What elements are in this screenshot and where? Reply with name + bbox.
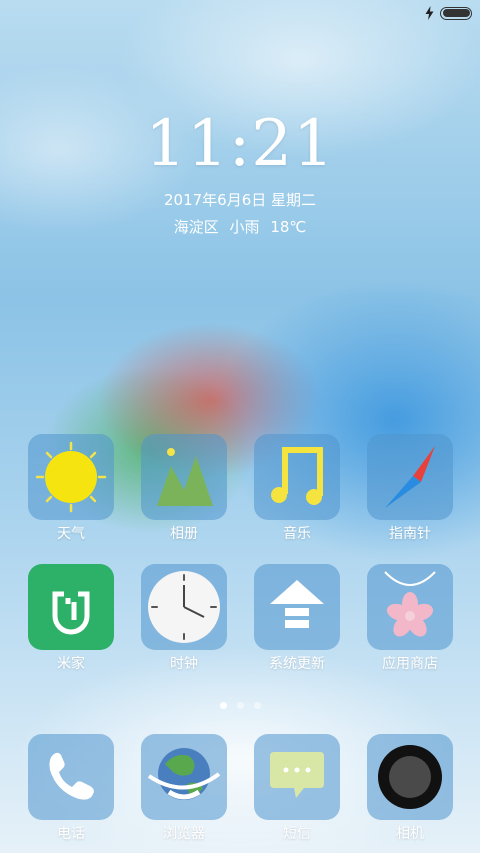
charging-bolt-icon: [425, 6, 434, 20]
flower-icon: [367, 564, 453, 650]
temperature-text: 18℃: [270, 218, 307, 236]
mijia-icon: [28, 564, 114, 650]
date-text: 2017年6月6日 星期二: [163, 191, 317, 209]
sun-icon: [28, 434, 114, 520]
app-label: 米家: [57, 656, 85, 672]
app-label: 浏览器: [163, 826, 205, 842]
app-label: 指南针: [389, 526, 431, 542]
app-label: 天气: [57, 526, 85, 542]
app-weather[interactable]: 天气: [21, 434, 121, 543]
app-system-update[interactable]: 系统更新: [247, 564, 347, 673]
mountain-icon: [141, 434, 227, 520]
globe-icon: [141, 734, 227, 820]
app-label: 系统更新: [269, 656, 325, 672]
app-store[interactable]: 应用商店: [360, 564, 460, 673]
app-label: 时钟: [170, 656, 198, 672]
weather-line: 海淀区 小雨 18℃: [0, 216, 480, 237]
app-gallery[interactable]: 相册: [134, 434, 234, 543]
app-messages[interactable]: 短信: [247, 734, 347, 843]
app-label: 音乐: [283, 526, 311, 542]
music-note-icon: [254, 434, 340, 520]
page-dot-active[interactable]: [219, 702, 227, 709]
app-label: 相册: [170, 526, 198, 542]
compass-icon: [367, 434, 453, 520]
app-label: 相机: [396, 826, 424, 842]
app-label: 应用商店: [382, 656, 438, 672]
app-compass[interactable]: 指南针: [360, 434, 460, 543]
app-camera[interactable]: 相机: [360, 734, 460, 843]
app-browser[interactable]: 浏览器: [134, 734, 234, 843]
app-label: 电话: [57, 826, 85, 842]
app-phone[interactable]: 电话: [21, 734, 121, 843]
weather-condition: 小雨: [229, 218, 260, 236]
clock-time: 11:21: [145, 107, 335, 181]
page-indicator: [0, 702, 480, 709]
app-clock[interactable]: 时钟: [134, 564, 234, 673]
status-bar: [425, 6, 472, 20]
phone-icon: [28, 734, 114, 820]
location-text: 海淀区: [173, 218, 219, 236]
page-dot[interactable]: [236, 702, 244, 709]
battery-icon: [440, 6, 472, 20]
message-icon: [254, 734, 340, 820]
app-mijia[interactable]: 米家: [21, 564, 121, 673]
camera-icon: [367, 734, 453, 820]
page-dot[interactable]: [253, 702, 261, 709]
app-music[interactable]: 音乐: [247, 434, 347, 543]
app-label: 短信: [283, 826, 311, 842]
clock-icon: [141, 564, 227, 650]
update-arrow-icon: [254, 564, 340, 650]
